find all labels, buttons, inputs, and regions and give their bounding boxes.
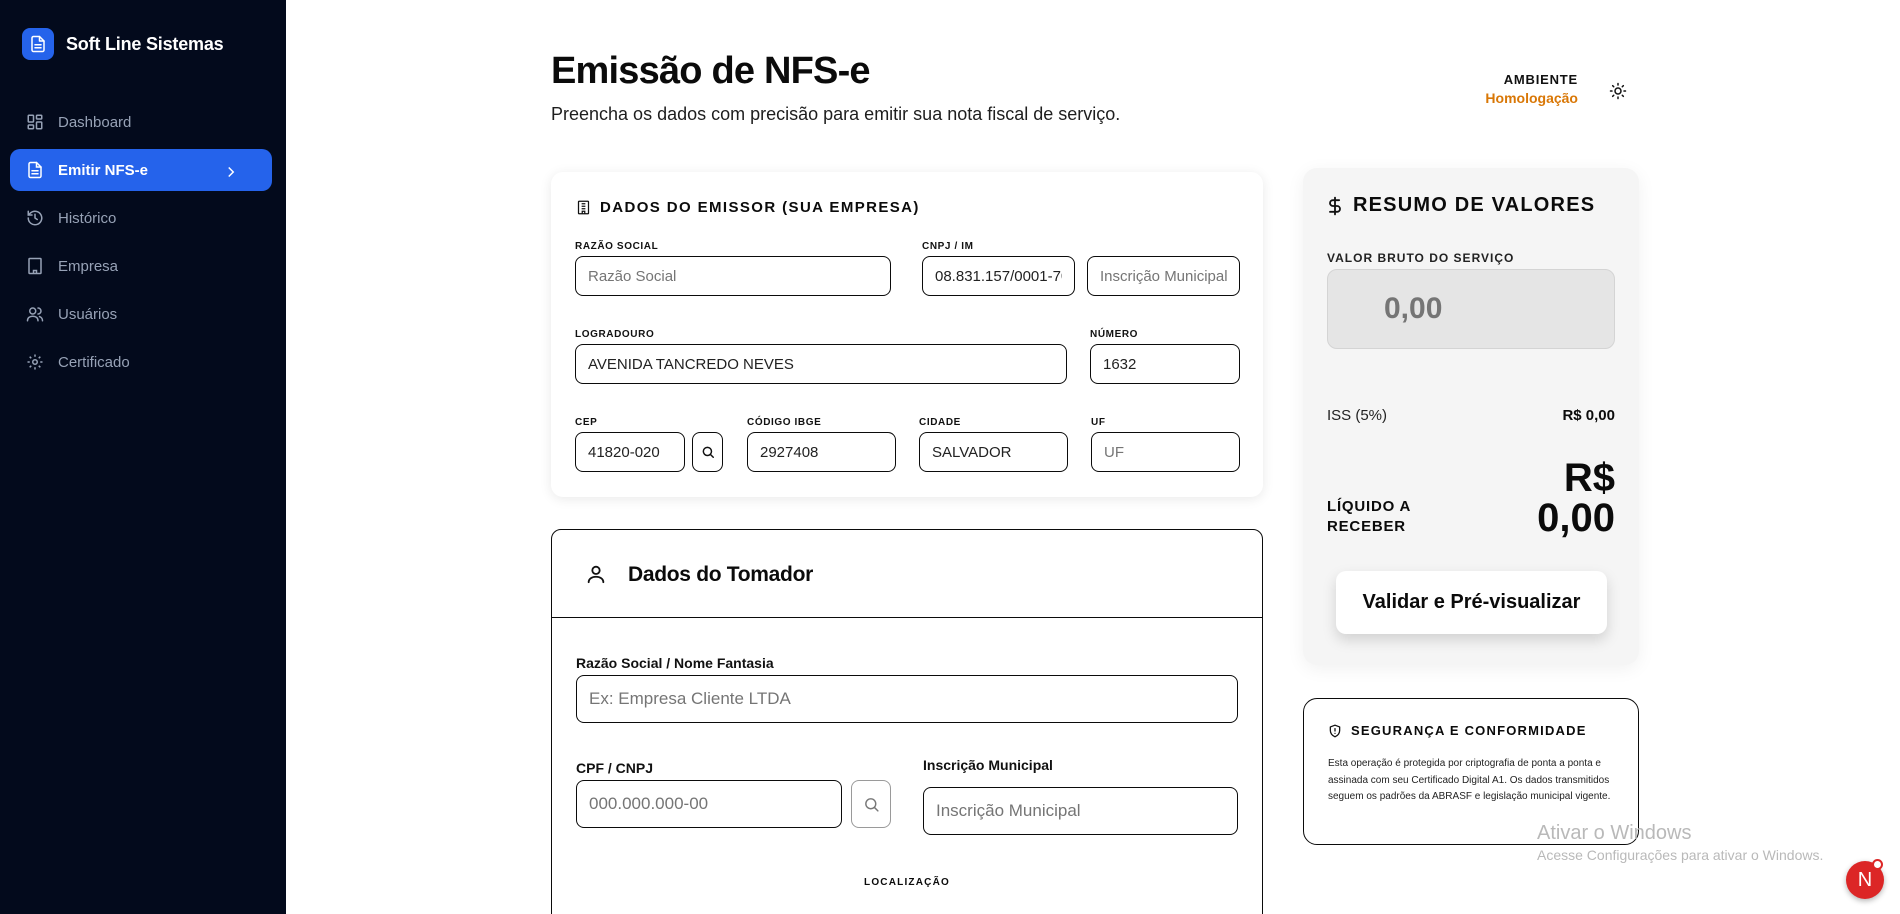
chevron-right-icon [228, 166, 235, 178]
tomador-card-title: Dados do Tomador [628, 563, 813, 586]
razao-social-label: RAZÃO SOCIAL [575, 241, 659, 252]
users-icon [26, 307, 44, 322]
emissor-cep-input[interactable] [575, 432, 685, 472]
badge-letter: N [1857, 868, 1873, 891]
seguranca-card-header: SEGURANÇA E CONFORMIDADE [1328, 723, 1587, 738]
building-icon [28, 257, 42, 275]
brand-name: Soft Line Sistemas [66, 33, 224, 54]
shield-icon [1329, 724, 1341, 737]
iss-label: ISS (5%) [1327, 407, 1388, 424]
search-icon [702, 446, 714, 458]
cidade-label: CIDADE [919, 417, 961, 428]
sidebar-item-label: Usuários [58, 305, 118, 323]
sidebar-item-label: Certificado [58, 353, 130, 371]
emissor-card-header: DADOS DO EMISSOR (SUA EMPRESA) [576, 199, 920, 216]
tomador-razao-social-label: Razão Social / Nome Fantasia [576, 655, 774, 671]
sidebar-item-empresa[interactable]: Empresa [10, 245, 272, 287]
building-icon [577, 200, 590, 215]
tomador-razao-social-input[interactable] [576, 675, 1238, 723]
sidebar-nav: Dashboard Emitir NFS-e Histórico Empresa… [10, 101, 272, 389]
valor-bruto-label: VALOR BRUTO DO SERVIÇO [1327, 251, 1515, 265]
cpf-search-button[interactable] [851, 780, 891, 828]
cep-search-button[interactable] [692, 432, 723, 472]
logradouro-label: LOGRADOURO [575, 329, 655, 340]
tomador-cpf-cnpj-input[interactable] [576, 780, 842, 828]
environment-label: AMBIENTE [1503, 72, 1578, 87]
emissor-card: DADOS DO EMISSOR (SUA EMPRESA) RAZÃO SOC… [551, 172, 1263, 497]
sidebar-item-label: Emitir NFS-e [58, 161, 149, 179]
notification-dot [1872, 859, 1883, 870]
tomador-card: Dados do Tomador Razão Social / Nome Fan… [551, 529, 1263, 914]
emissor-uf-input[interactable] [1091, 432, 1240, 472]
sidebar-item-label: Empresa [58, 257, 119, 275]
emissor-numero-input[interactable] [1090, 344, 1240, 384]
emissor-logradouro-input[interactable] [575, 344, 1067, 384]
tomador-card-header: Dados do Tomador [552, 530, 1262, 618]
emissor-cnpj-input[interactable] [922, 256, 1075, 296]
liquido-label: LÍQUIDO A RECEBER [1327, 498, 1411, 535]
emissor-inscricao-municipal-input[interactable] [1087, 256, 1240, 296]
resumo-card: RESUMO DE VALORES VALOR BRUTO DO SERVIÇO… [1303, 168, 1639, 665]
tomador-inscricao-municipal-label: Inscrição Municipal [923, 757, 1053, 773]
seguranca-description: Esta operação é protegida por criptograf… [1328, 758, 1611, 802]
sidebar-item-label: Histórico [58, 209, 117, 227]
grid-icon [27, 114, 43, 130]
emissor-card-title: DADOS DO EMISSOR (SUA EMPRESA) [600, 199, 920, 216]
dollar-icon [1329, 196, 1341, 215]
sun-icon [1609, 82, 1627, 100]
emissor-codigo-ibge-input[interactable] [747, 432, 896, 472]
codigo-ibge-label: CÓDIGO IBGE [747, 417, 822, 428]
floating-n-button[interactable]: N [1846, 859, 1884, 899]
environment-value: Homologação [1485, 90, 1578, 106]
emissor-razao-social-input[interactable] [575, 256, 891, 296]
history-icon [27, 210, 43, 226]
cep-label: CEP [575, 417, 598, 428]
theme-toggle-button[interactable] [1607, 80, 1629, 102]
page-subtitle: Preencha os dados com precisão para emit… [551, 104, 1121, 124]
cnpj-im-label: CNPJ / IM [922, 241, 974, 252]
sidebar-item-emitir-nfse[interactable]: Emitir NFS-e [10, 149, 272, 191]
sidebar-item-dashboard[interactable]: Dashboard [10, 101, 272, 143]
uf-label: UF [1091, 417, 1106, 428]
resumo-card-header: RESUMO DE VALORES [1325, 194, 1595, 217]
document-icon [22, 28, 54, 60]
localizacao-section-label: LOCALIZAÇÃO [864, 877, 950, 888]
tomador-inscricao-municipal-input[interactable] [923, 787, 1238, 835]
seguranca-card-title: SEGURANÇA E CONFORMIDADE [1351, 723, 1587, 738]
validar-previsualizar-button[interactable]: Validar e Pré-visualizar [1336, 571, 1607, 634]
user-icon [587, 565, 605, 584]
windows-activation-subtitle: Acesse Configurações para ativar o Windo… [1537, 847, 1824, 863]
gear-icon [27, 354, 43, 370]
resumo-card-title: RESUMO DE VALORES [1353, 194, 1596, 216]
sidebar-item-certificado[interactable]: Certificado [10, 341, 272, 383]
page-title: Emissão de NFS-e [551, 50, 871, 92]
numero-label: NÚMERO [1090, 329, 1139, 340]
brand[interactable]: Soft Line Sistemas [22, 28, 224, 60]
document-icon [28, 161, 42, 179]
sidebar-item-usuarios[interactable]: Usuários [10, 293, 272, 335]
search-icon [864, 797, 879, 812]
sidebar-item-historico[interactable]: Histórico [10, 197, 272, 239]
iss-value: R$ 0,00 [1562, 407, 1615, 424]
valor-bruto-input[interactable] [1327, 269, 1615, 349]
emissor-cidade-input[interactable] [919, 432, 1068, 472]
liquido-value: R$ 0,00 [1537, 456, 1615, 540]
sidebar-item-label: Dashboard [58, 113, 132, 131]
environment-indicator: AMBIENTE Homologação [1485, 72, 1578, 106]
tomador-cpf-cnpj-label: CPF / CNPJ [576, 760, 654, 776]
sidebar: Soft Line Sistemas Dashboard Emitir NFS-… [0, 0, 286, 914]
windows-activation-title: Ativar o Windows [1537, 822, 1692, 844]
